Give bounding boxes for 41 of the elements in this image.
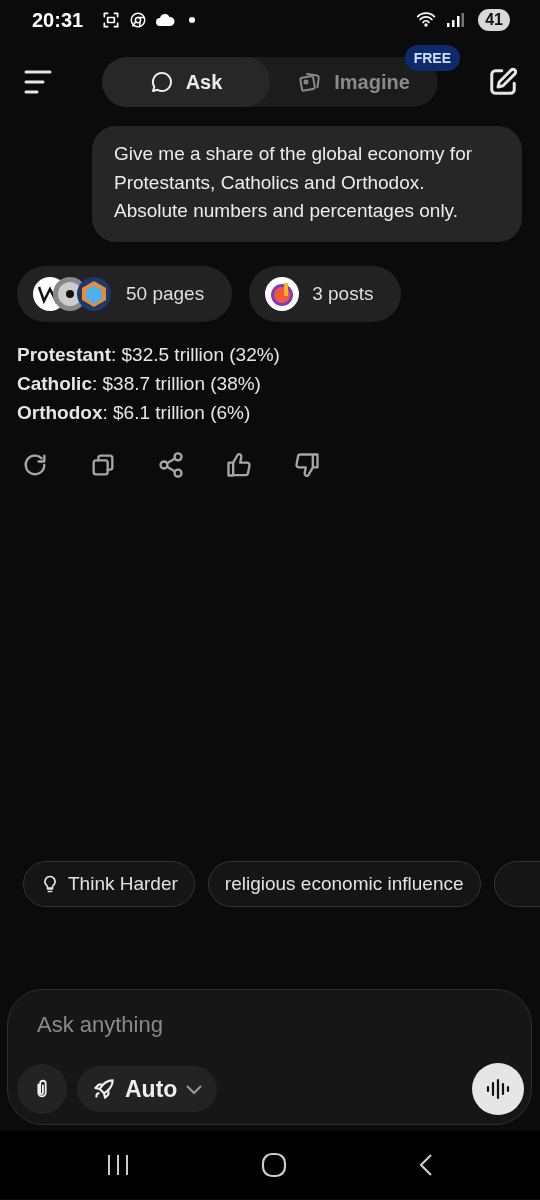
sources-chip[interactable]: 3 posts xyxy=(249,265,402,322)
message-composer[interactable]: Ask anything Auto xyxy=(7,989,532,1125)
sound-wave-icon xyxy=(486,1078,510,1100)
mode-dropdown[interactable]: Auto xyxy=(77,1066,218,1112)
attach-button[interactable] xyxy=(17,1064,67,1114)
free-badge: FREE xyxy=(404,45,460,71)
voice-button[interactable] xyxy=(472,1063,524,1115)
home-icon xyxy=(261,1152,287,1178)
home-button[interactable] xyxy=(261,1152,287,1178)
recent-apps-button[interactable] xyxy=(105,1154,130,1176)
message-input[interactable]: Ask anything xyxy=(17,1004,524,1046)
answer-line: Catholic: $38.7 trillion (38%) xyxy=(17,371,262,396)
back-button[interactable] xyxy=(418,1153,435,1177)
mode-tab[interactable]: Ask xyxy=(102,57,270,107)
screenshot-icon xyxy=(101,10,122,30)
suggestion-chip[interactable]: Think Harder xyxy=(23,861,195,907)
site-icon xyxy=(264,275,301,312)
chat-bubble-icon xyxy=(149,70,174,94)
chevron-down-icon xyxy=(185,1083,204,1095)
clock: 20:31 xyxy=(32,8,84,32)
answer-line: Protestant: $32.5 trillion (32%) xyxy=(17,342,281,367)
rocket-icon xyxy=(91,1076,117,1102)
battery-level: 41 xyxy=(478,9,510,31)
notification-dot-icon xyxy=(189,17,196,23)
menu-button[interactable] xyxy=(24,69,52,95)
menu-icon xyxy=(24,69,52,95)
answer-line: Orthodox: $6.1 trillion (6%) xyxy=(17,400,252,425)
browser-icon xyxy=(129,11,148,29)
thumbs-down-icon xyxy=(293,450,321,479)
recent-apps-icon xyxy=(105,1154,130,1176)
cloud-icon xyxy=(155,13,176,27)
suggestion-chip[interactable]: religious economic influence xyxy=(207,861,481,907)
user-message: Give me a share of the global economy for Protestants, Catholics and Orthodox. Absolute numbers and percentages only. xyxy=(92,126,522,242)
edit-icon xyxy=(488,67,518,97)
stacked-pictures-icon xyxy=(298,70,323,94)
thumbs-up-icon xyxy=(225,450,253,479)
share-icon xyxy=(157,450,185,479)
back-icon xyxy=(418,1153,435,1177)
sources-chip[interactable]: 50 pages xyxy=(17,265,233,322)
signal-icon xyxy=(446,12,465,28)
new-chat-button[interactable] xyxy=(488,67,518,97)
